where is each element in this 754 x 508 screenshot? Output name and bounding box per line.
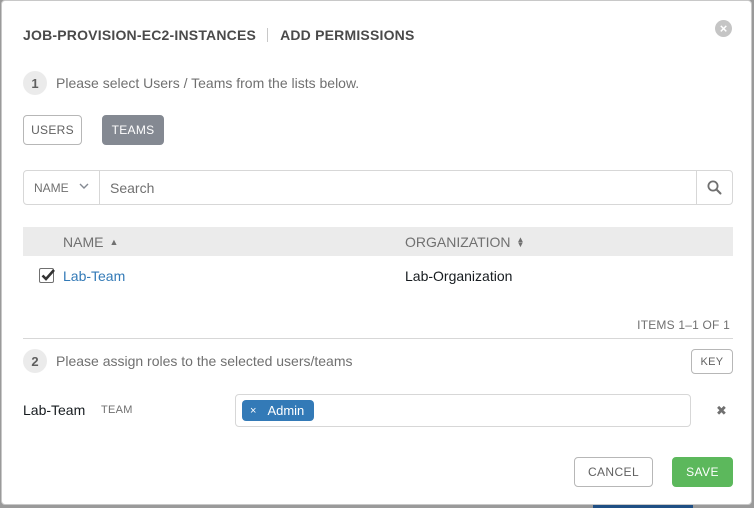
roles-select[interactable]: × Admin: [235, 394, 691, 427]
search-icon: [707, 180, 722, 195]
chip-remove-icon[interactable]: ×: [250, 405, 256, 417]
search-bar: NAME: [23, 170, 733, 205]
chevron-down-icon: [79, 182, 89, 193]
step-1-number: 1: [23, 71, 47, 95]
organization-cell: Lab-Organization: [405, 268, 513, 284]
column-header-name[interactable]: NAME ▲: [63, 234, 118, 250]
resource-name: JOB-PROVISION-EC2-INSTANCES: [23, 27, 257, 43]
search-field-label: NAME: [34, 180, 69, 195]
sort-icon: ▲ ▼: [516, 235, 525, 249]
teams-tab-button[interactable]: TEAMS: [102, 115, 164, 145]
key-button[interactable]: KEY: [691, 349, 733, 374]
role-chip-admin: × Admin: [242, 400, 315, 421]
table-header: NAME ▲ ORGANIZATION ▲ ▼: [23, 227, 733, 256]
role-chip-label: Admin: [267, 403, 305, 418]
step-2-instruction: Please assign roles to the selected user…: [56, 353, 353, 369]
assignment-name: Lab-Team: [23, 402, 86, 418]
search-button[interactable]: [696, 171, 732, 204]
save-button[interactable]: SAVE: [672, 457, 733, 487]
row-checkbox[interactable]: [39, 268, 55, 283]
checkmark-icon: [41, 269, 55, 281]
step-1-instruction: Please select Users / Teams from the lis…: [56, 75, 360, 91]
pagination-label: ITEMS 1–1 OF 1: [637, 318, 730, 332]
users-tab-button[interactable]: USERS: [23, 115, 82, 145]
modal-title: ADD PERMISSIONS: [280, 27, 415, 43]
column-header-organization[interactable]: ORGANIZATION ▲ ▼: [405, 234, 524, 250]
cancel-button[interactable]: CANCEL: [574, 457, 653, 487]
close-icon[interactable]: ×: [715, 20, 732, 37]
remove-assignment-icon[interactable]: ✖: [716, 403, 727, 419]
search-input[interactable]: [100, 171, 696, 204]
section-divider: [23, 338, 733, 339]
step-2-number: 2: [23, 349, 47, 373]
table-row: Lab-Team Lab-Organization: [23, 256, 733, 296]
search-field-dropdown[interactable]: NAME: [24, 171, 100, 204]
modal-header: JOB-PROVISION-EC2-INSTANCES ADD PERMISSIO…: [23, 27, 415, 43]
step-1: 1 Please select Users / Teams from the l…: [23, 71, 359, 95]
header-divider: [267, 28, 269, 42]
step-2: 2 Please assign roles to the selected us…: [23, 349, 353, 373]
assignment-type: TEAM: [101, 404, 133, 416]
team-name-link[interactable]: Lab-Team: [63, 268, 125, 284]
sort-ascending-icon: ▲: [109, 237, 119, 247]
add-permissions-modal: JOB-PROVISION-EC2-INSTANCES ADD PERMISSIO…: [1, 0, 752, 505]
